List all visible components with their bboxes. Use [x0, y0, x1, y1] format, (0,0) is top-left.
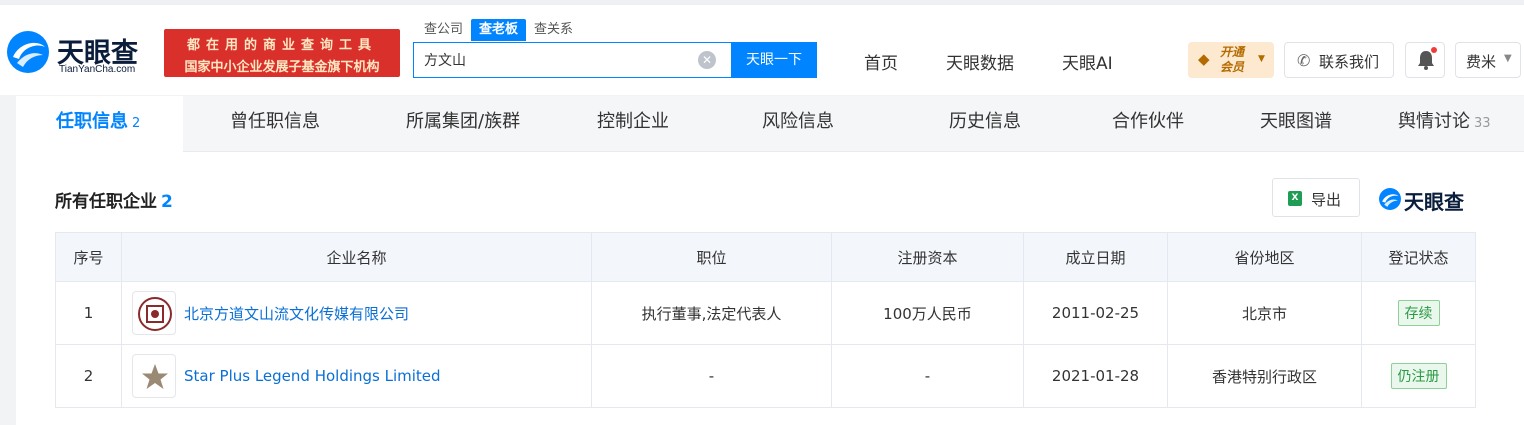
tab-label: 历史信息	[949, 111, 1021, 132]
ad-line-1: 都在用的商业查询工具	[186, 38, 377, 53]
search-tab-company[interactable]: 查公司	[416, 19, 471, 41]
cell-position: -	[591, 344, 832, 408]
notification-dot	[1431, 47, 1437, 53]
header-index: 序号	[55, 232, 122, 282]
tab-count: 2	[132, 116, 141, 131]
tab-group[interactable]: 所属集团/族群	[406, 96, 520, 152]
top-header: 天眼查 TianYanCha.com 都在用的商业查询工具 国家中小企业发展子基…	[0, 0, 1524, 95]
contact-label: 联系我们	[1319, 53, 1380, 71]
tab-graph[interactable]: 天眼图谱	[1260, 96, 1332, 152]
info-tabs: 任职信息 2 曾任职信息 所属集团/族群 控制企业 风险信息 历史信息 合作伙伴 …	[16, 96, 1524, 152]
cell-status: 仍注册	[1361, 344, 1476, 408]
tab-label: 任职信息	[56, 111, 128, 132]
tab-label: 曾任职信息	[230, 111, 320, 132]
header-position: 职位	[591, 232, 832, 282]
cell-date: 2011-02-25	[1023, 281, 1168, 345]
tianyancha-logo-icon	[7, 31, 49, 73]
positions-table: 序号 企业名称 职位 注册资本 成立日期 省份地区 登记状态 1 北京方道文山流…	[55, 232, 1476, 408]
search-type-tabs: 查公司 查老板 查关系	[416, 19, 581, 41]
chevron-down-icon: ▼	[1504, 53, 1512, 64]
tab-partners[interactable]: 合作伙伴	[1112, 96, 1184, 152]
seal-icon	[138, 297, 172, 331]
section-title-text: 所有任职企业	[55, 192, 157, 212]
header-region: 省份地区	[1167, 232, 1362, 282]
clear-icon[interactable]: ✕	[698, 51, 716, 69]
user-menu[interactable]: 费米 ▼	[1455, 42, 1521, 78]
search-button[interactable]: 天眼一下	[731, 42, 817, 78]
tianyancha-logo-icon	[1379, 188, 1401, 210]
tab-label: 天眼图谱	[1260, 111, 1332, 132]
vip-button[interactable]: ◆ 开通会员 ▼	[1188, 42, 1274, 78]
search-box: ✕	[413, 42, 731, 78]
diamond-icon: ◆	[1198, 50, 1210, 68]
ad-line-2: 国家中小企业发展子基金旗下机构	[184, 60, 380, 75]
table-row: 1 北京方道文山流文化传媒有限公司 执行董事,法定代表人 100万人民币 201…	[55, 281, 1476, 345]
excel-icon: X	[1288, 191, 1302, 206]
phone-icon: ✆	[1297, 51, 1311, 70]
cell-region: 北京市	[1167, 281, 1362, 345]
company-logo-icon[interactable]	[132, 291, 176, 335]
company-name-link[interactable]: Star Plus Legend Holdings Limited	[184, 367, 441, 385]
status-badge: 存续	[1397, 300, 1440, 326]
watermark-logo: 天眼查	[1378, 186, 1478, 214]
tab-risk[interactable]: 风险信息	[762, 96, 834, 152]
cell-capital: 100万人民币	[831, 281, 1024, 345]
cell-company: 北京方道文山流文化传媒有限公司	[121, 281, 592, 345]
company-logo-icon[interactable]	[132, 354, 176, 398]
tab-label: 风险信息	[762, 111, 834, 132]
tab-former-positions[interactable]: 曾任职信息	[230, 96, 320, 152]
cell-company: Star Plus Legend Holdings Limited	[121, 344, 592, 408]
content-card: 任职信息 2 曾任职信息 所属集团/族群 控制企业 风险信息 历史信息 合作伙伴 …	[16, 96, 1524, 425]
cell-region: 香港特别行政区	[1167, 344, 1362, 408]
cell-position: 执行董事,法定代表人	[591, 281, 832, 345]
watermark-text: 天眼查	[1404, 190, 1464, 214]
logo-domain: TianYanCha.com	[59, 64, 136, 75]
user-name: 费米	[1466, 53, 1497, 71]
chevron-down-icon: ▼	[1258, 54, 1265, 64]
ad-banner[interactable]: 都在用的商业查询工具 国家中小企业发展子基金旗下机构	[164, 29, 400, 77]
tab-label: 控制企业	[597, 111, 669, 132]
tab-public-opinion[interactable]: 舆情讨论 33	[1398, 96, 1491, 152]
header-capital: 注册资本	[831, 232, 1024, 282]
table-row: 2 Star Plus Legend Holdings Limited - - …	[55, 344, 1476, 408]
cell-index: 1	[55, 281, 122, 345]
tab-label: 所属集团/族群	[406, 111, 521, 132]
tab-label: 合作伙伴	[1112, 111, 1184, 132]
site-logo[interactable]: 天眼查 TianYanCha.com	[5, 27, 155, 79]
header-status: 登记状态	[1361, 232, 1476, 282]
search-tab-boss[interactable]: 查老板	[471, 19, 527, 41]
vip-label: 开通会员	[1220, 45, 1245, 74]
star-icon	[142, 364, 168, 389]
section-title: 所有任职企业 2	[55, 187, 173, 212]
table-header-row: 序号 企业名称 职位 注册资本 成立日期 省份地区 登记状态	[55, 232, 1476, 282]
tab-count: 33	[1474, 116, 1491, 131]
section-count: 2	[161, 192, 173, 212]
search-input[interactable]	[424, 43, 694, 77]
export-label: 导出	[1311, 191, 1342, 209]
contact-button[interactable]: ✆ 联系我们	[1284, 42, 1394, 78]
search-tab-relation[interactable]: 查关系	[526, 19, 581, 41]
tab-current-positions[interactable]: 任职信息 2	[16, 96, 183, 152]
status-badge: 仍注册	[1390, 363, 1447, 389]
cell-index: 2	[55, 344, 122, 408]
tab-history[interactable]: 历史信息	[949, 96, 1021, 152]
cell-status: 存续	[1361, 281, 1476, 345]
top-nav: 首页 天眼数据 天眼AI	[864, 49, 1161, 74]
nav-home[interactable]: 首页	[864, 49, 898, 74]
company-name-link[interactable]: 北京方道文山流文化传媒有限公司	[184, 303, 409, 324]
nav-data[interactable]: 天眼数据	[946, 49, 1014, 74]
notification-button[interactable]	[1405, 42, 1445, 78]
cell-capital: -	[831, 344, 1024, 408]
header-company: 企业名称	[121, 232, 592, 282]
tab-label: 舆情讨论	[1398, 111, 1470, 132]
export-button[interactable]: X 导出	[1272, 178, 1360, 217]
cell-date: 2021-01-28	[1023, 344, 1168, 408]
nav-ai[interactable]: 天眼AI	[1062, 49, 1113, 74]
header-date: 成立日期	[1023, 232, 1168, 282]
tab-controlled-companies[interactable]: 控制企业	[597, 96, 669, 152]
